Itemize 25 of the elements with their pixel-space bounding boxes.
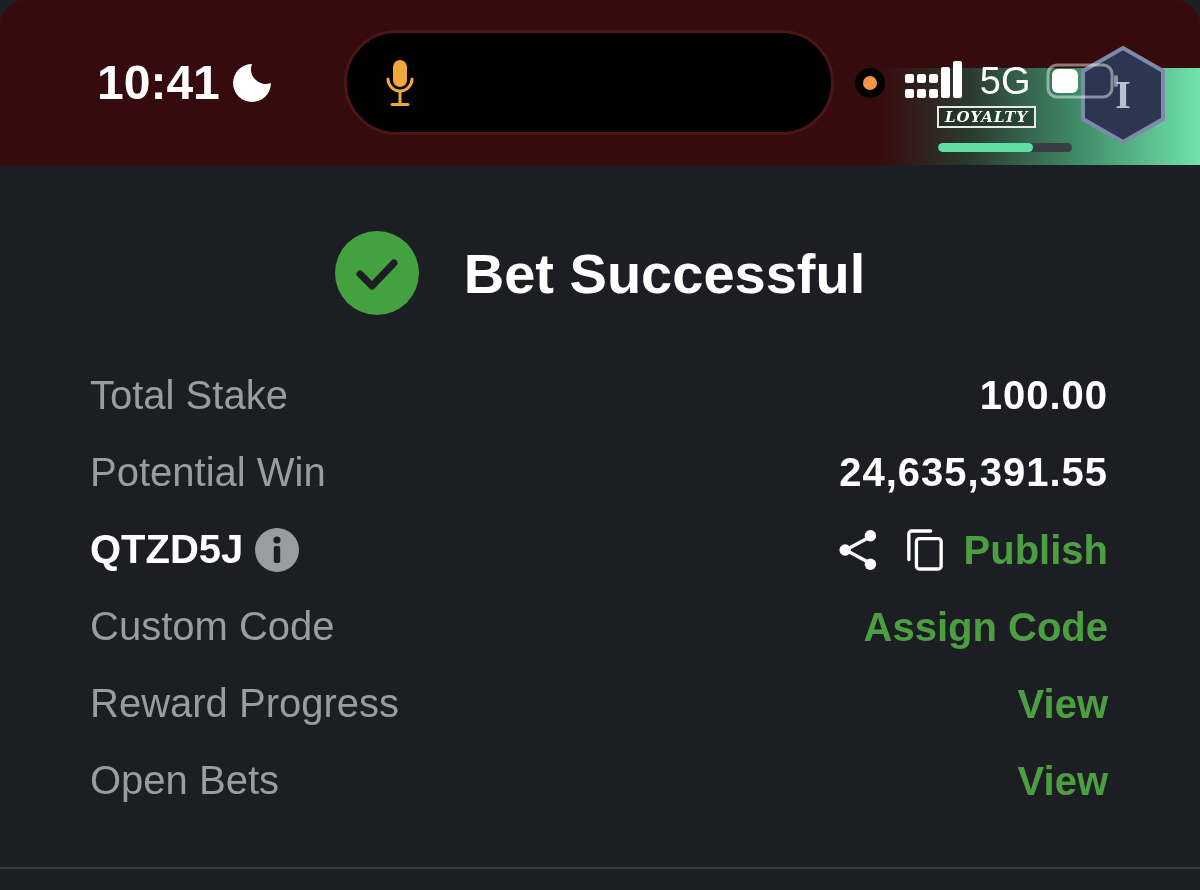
moon-icon xyxy=(231,62,272,103)
success-check-icon xyxy=(334,231,419,315)
row-label: Total Stake xyxy=(90,373,288,418)
action-link[interactable]: Assign Code xyxy=(863,603,1108,650)
signal-icon xyxy=(904,60,963,101)
row-value: 24,635,391.55 xyxy=(839,450,1108,495)
copy-icon[interactable] xyxy=(905,528,944,571)
row-value: 100.00 xyxy=(979,373,1108,418)
booking-code: QTZD5J xyxy=(90,527,244,572)
recording-dot-icon xyxy=(854,67,885,98)
rank-badge[interactable]: I xyxy=(1080,45,1166,145)
action-link[interactable]: View xyxy=(1017,757,1108,804)
row-label: Potential Win xyxy=(90,450,326,495)
row-label: Custom Code xyxy=(90,604,335,649)
info-icon[interactable] xyxy=(255,527,300,572)
share-icon[interactable] xyxy=(837,528,878,571)
action-link[interactable]: Publish xyxy=(963,526,1108,573)
loyalty-label: LOYALTY xyxy=(937,106,1037,128)
success-title: Bet Successful xyxy=(463,240,866,306)
action-link[interactable]: View xyxy=(1017,680,1108,727)
network-label: 5G xyxy=(979,61,1031,100)
row-label: Open Bets xyxy=(90,758,279,803)
microphone-icon xyxy=(384,58,415,107)
status-time: 10:41 xyxy=(97,58,220,107)
row-label: Reward Progress xyxy=(90,681,399,726)
